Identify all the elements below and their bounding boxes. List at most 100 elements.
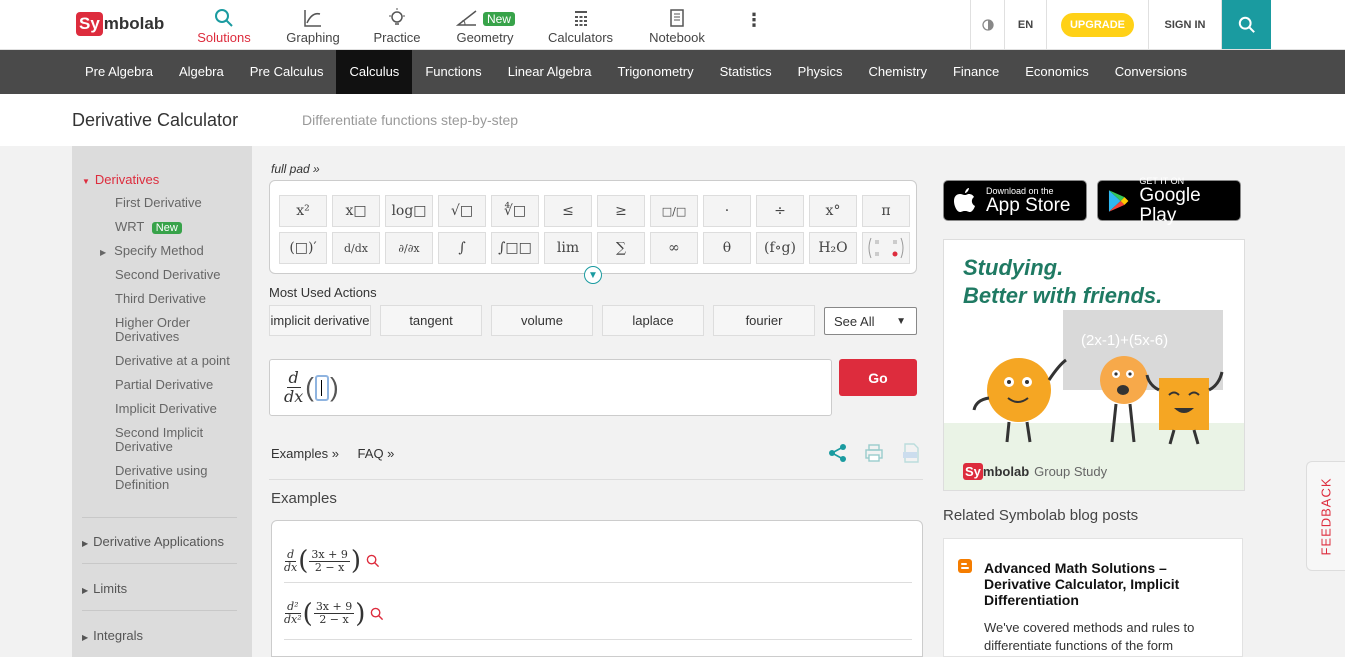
key-degree[interactable]: x° xyxy=(809,195,857,227)
key-log[interactable]: log□ xyxy=(385,195,433,227)
subject-chemistry[interactable]: Chemistry xyxy=(855,50,940,94)
subject-conversions[interactable]: Conversions xyxy=(1102,50,1200,94)
key-cdot[interactable]: · xyxy=(703,195,751,227)
upgrade-button[interactable]: UPGRADE xyxy=(1060,12,1134,37)
sidebar-group-derivative-applications[interactable]: ▶ Derivative Applications xyxy=(82,534,224,549)
print-icon[interactable] xyxy=(864,443,884,463)
full-pad-link[interactable]: full pad » xyxy=(271,162,320,176)
sign-in-button[interactable]: SIGN IN xyxy=(1148,0,1221,49)
sidebar-item-wrt[interactable]: WRT New xyxy=(115,220,182,235)
language-selector[interactable]: EN xyxy=(1004,0,1046,49)
group-study-ad[interactable]: Studying. Better with friends. (2x-1)+(5… xyxy=(943,239,1245,491)
see-all-dropdown[interactable]: See All ▼ xyxy=(824,307,917,335)
key-fraction[interactable]: □/□ xyxy=(650,195,698,227)
sidebar-item-first-derivative[interactable]: First Derivative xyxy=(115,196,202,210)
subject-calculus[interactable]: Calculus xyxy=(336,50,413,94)
nav-practice[interactable]: Practice xyxy=(373,8,421,45)
caret-down-icon: ▼ xyxy=(82,177,90,186)
caret-down-icon: ▼ xyxy=(896,315,906,327)
key-sum[interactable]: ∑ xyxy=(597,232,645,264)
action-volume[interactable]: volume xyxy=(491,305,593,336)
faq-link[interactable]: FAQ » xyxy=(358,446,395,461)
action-fourier[interactable]: fourier xyxy=(713,305,815,336)
more-menu-icon[interactable]: ⋮ xyxy=(745,10,763,31)
subject-linear-algebra[interactable]: Linear Algebra xyxy=(495,50,605,94)
google-play-button[interactable]: GET IT ON Google Play xyxy=(1097,176,1241,225)
sidebar-item-third-derivative[interactable]: Third Derivative xyxy=(115,292,206,306)
expression-input[interactable]: d dx ( ) xyxy=(269,359,832,416)
apple-icon xyxy=(954,187,975,212)
sidebar-item-higher-order[interactable]: Higher Order Derivatives xyxy=(115,316,225,344)
blog-post-card[interactable]: Advanced Math Solutions – Derivative Cal… xyxy=(943,538,1243,657)
app-store-button[interactable]: Download on the App Store xyxy=(943,180,1087,221)
sidebar-item-partial-derivative[interactable]: Partial Derivative xyxy=(115,378,213,392)
key-chemistry[interactable]: H₂O xyxy=(809,232,857,264)
sidebar-item-implicit-derivative[interactable]: Implicit Derivative xyxy=(115,402,217,416)
key-x-squared[interactable]: x² xyxy=(279,195,327,227)
sidebar-group-integrals[interactable]: ▶ Integrals xyxy=(82,628,143,643)
key-x-power[interactable]: x□ xyxy=(332,195,380,227)
share-icon[interactable] xyxy=(828,443,848,463)
theme-toggle[interactable] xyxy=(970,0,1004,49)
action-implicit-derivative[interactable]: implicit derivative xyxy=(269,305,371,336)
subject-pre-calculus[interactable]: Pre Calculus xyxy=(237,50,337,94)
key-divide[interactable]: ÷ xyxy=(756,195,804,227)
subject-finance[interactable]: Finance xyxy=(940,50,1012,94)
account-controls: EN UPGRADE SIGN IN xyxy=(970,0,1271,49)
action-tangent[interactable]: tangent xyxy=(380,305,482,336)
sidebar-section-derivatives[interactable]: ▼ Derivatives xyxy=(82,172,159,187)
example-row[interactable]: d dx ( 3x + 92 − x ) xyxy=(284,540,912,583)
caret-right-icon: ▶ xyxy=(82,586,89,595)
subject-functions[interactable]: Functions xyxy=(412,50,494,94)
feedback-tab[interactable]: FEEDBACK xyxy=(1306,461,1345,571)
key-limit[interactable]: lim xyxy=(544,232,592,264)
symbolab-logo[interactable]: Sy mbolab xyxy=(76,12,164,36)
angle-icon xyxy=(455,10,477,26)
ad-characters-illustration xyxy=(972,356,1224,445)
nav-geometry[interactable]: New Geometry xyxy=(455,8,515,45)
example-row[interactable]: d² dx² ( 3x + 92 − x ) xyxy=(284,588,912,640)
collapse-keypad-chevron-icon[interactable]: ▼ xyxy=(584,266,602,284)
sidebar-item-derivative-at-point[interactable]: Derivative at a point xyxy=(115,354,230,368)
go-button[interactable]: Go xyxy=(839,359,917,396)
key-integral[interactable]: ∫ xyxy=(438,232,486,264)
search-icon xyxy=(371,607,384,620)
matrix-icon xyxy=(868,237,904,259)
sidebar-item-derivative-definition[interactable]: Derivative using Definition xyxy=(115,464,225,492)
key-theta[interactable]: θ xyxy=(703,232,751,264)
nav-calculators[interactable]: Calculators xyxy=(548,8,613,45)
key-composition[interactable]: (f∘g) xyxy=(756,232,804,264)
subject-algebra[interactable]: Algebra xyxy=(166,50,237,94)
action-laplace[interactable]: laplace xyxy=(602,305,704,336)
sidebar-item-second-derivative[interactable]: Second Derivative xyxy=(115,268,221,282)
examples-link[interactable]: Examples » xyxy=(271,446,339,461)
examples-list: d dx ( 3x + 92 − x ) d² dx² ( 3x + 92 − x … xyxy=(271,520,923,657)
sidebar-group-limits[interactable]: ▶ Limits xyxy=(82,581,127,596)
key-definite-integral[interactable]: ∫□□ xyxy=(491,232,539,264)
key-infinity[interactable]: ∞ xyxy=(650,232,698,264)
key-nth-root[interactable]: ∜□ xyxy=(491,195,539,227)
key-leq[interactable]: ≤ xyxy=(544,195,592,227)
subject-physics[interactable]: Physics xyxy=(785,50,856,94)
subject-economics[interactable]: Economics xyxy=(1012,50,1102,94)
key-matrix[interactable] xyxy=(862,232,910,264)
key-geq[interactable]: ≥ xyxy=(597,195,645,227)
key-prime[interactable]: (□)′ xyxy=(279,232,327,264)
subject-trigonometry[interactable]: Trigonometry xyxy=(605,50,707,94)
key-d-dx[interactable]: d/dx xyxy=(332,232,380,264)
search-button[interactable] xyxy=(1221,0,1271,49)
key-sqrt[interactable]: √□ xyxy=(438,195,486,227)
pdf-icon[interactable] xyxy=(901,443,921,463)
nav-solutions[interactable]: Solutions xyxy=(197,8,251,45)
blog-post-title[interactable]: Advanced Math Solutions – Derivative Cal… xyxy=(984,560,1204,608)
subject-statistics[interactable]: Statistics xyxy=(707,50,785,94)
math-keypad: x² x□ log□ √□ ∜□ ≤ ≥ □/□ · ÷ x° π (□)′ d… xyxy=(269,180,917,274)
sidebar-item-second-implicit[interactable]: Second Implicit Derivative xyxy=(115,426,225,454)
caret-right-icon: ▶ xyxy=(100,248,107,257)
key-partial[interactable]: ∂/∂x xyxy=(385,232,433,264)
sidebar-item-specify-method[interactable]: ▶ Specify Method xyxy=(100,244,204,260)
nav-graphing[interactable]: Graphing xyxy=(285,8,341,45)
nav-notebook[interactable]: Notebook xyxy=(647,8,707,45)
subject-pre-algebra[interactable]: Pre Algebra xyxy=(72,50,166,94)
key-pi[interactable]: π xyxy=(862,195,910,227)
